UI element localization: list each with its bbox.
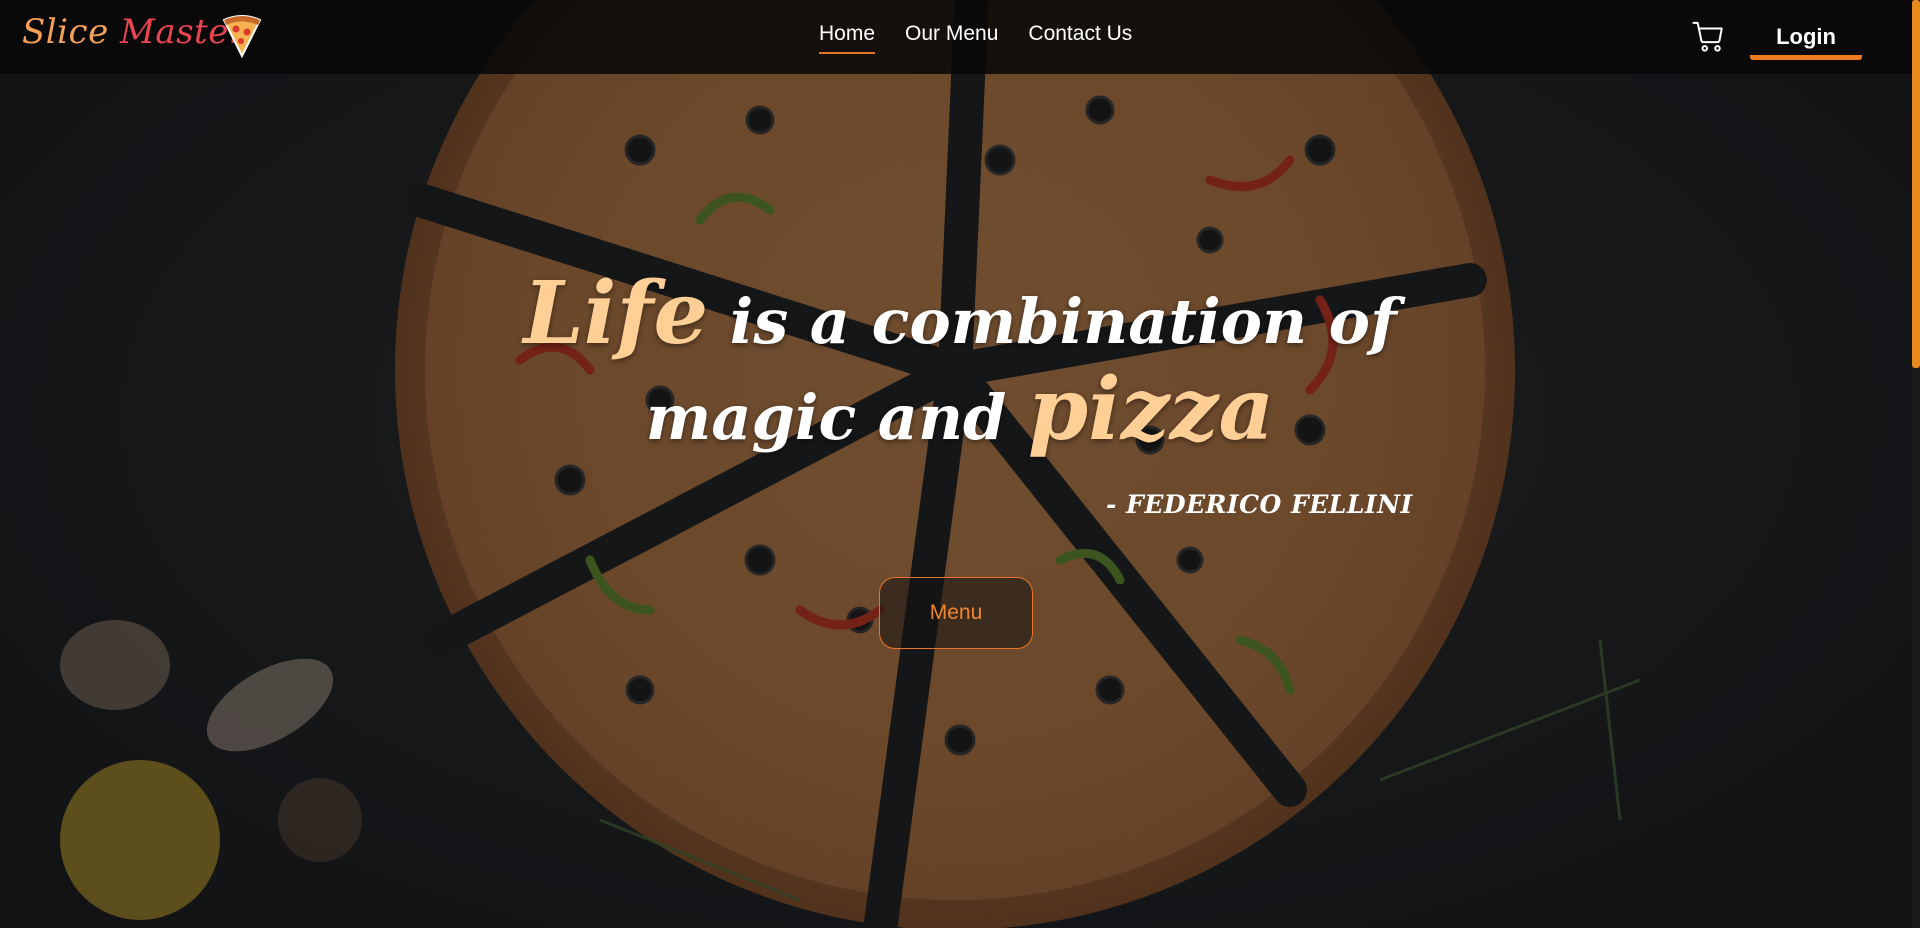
nav-link-contact-us[interactable]: Contact Us [1028,22,1132,54]
nav-link-home[interactable]: Home [819,22,876,54]
hero-quote: Life is a combination of magic and pizza [400,270,1520,462]
brand-logo[interactable]: Slice Master [22,12,262,62]
quote-highlight-pizza: pizza [1028,359,1275,460]
nav-link-our-menu[interactable]: Our Menu [905,22,998,54]
hero-overlay [0,0,1920,928]
quote-author: - FEDERICO FELLINI [1106,490,1413,519]
brand-word-slice: Slice [22,12,109,52]
scrollbar-thumb[interactable] [1912,0,1920,368]
menu-button[interactable]: Menu [879,577,1033,649]
cart-icon[interactable] [1692,20,1726,54]
navbar: Slice Master Home Our Menu Contact Us Lo… [0,0,1912,74]
hero-section: Life is a combination of magic and pizza… [0,0,1920,928]
pizza-slice-icon [222,15,262,59]
quote-text-line2: magic and [645,381,1007,454]
quote-highlight-life: Life [523,263,709,364]
quote-text-line1: is a combination of [729,285,1397,358]
nav-links: Home Our Menu Contact Us [819,22,1132,54]
login-button[interactable]: Login [1750,16,1862,60]
